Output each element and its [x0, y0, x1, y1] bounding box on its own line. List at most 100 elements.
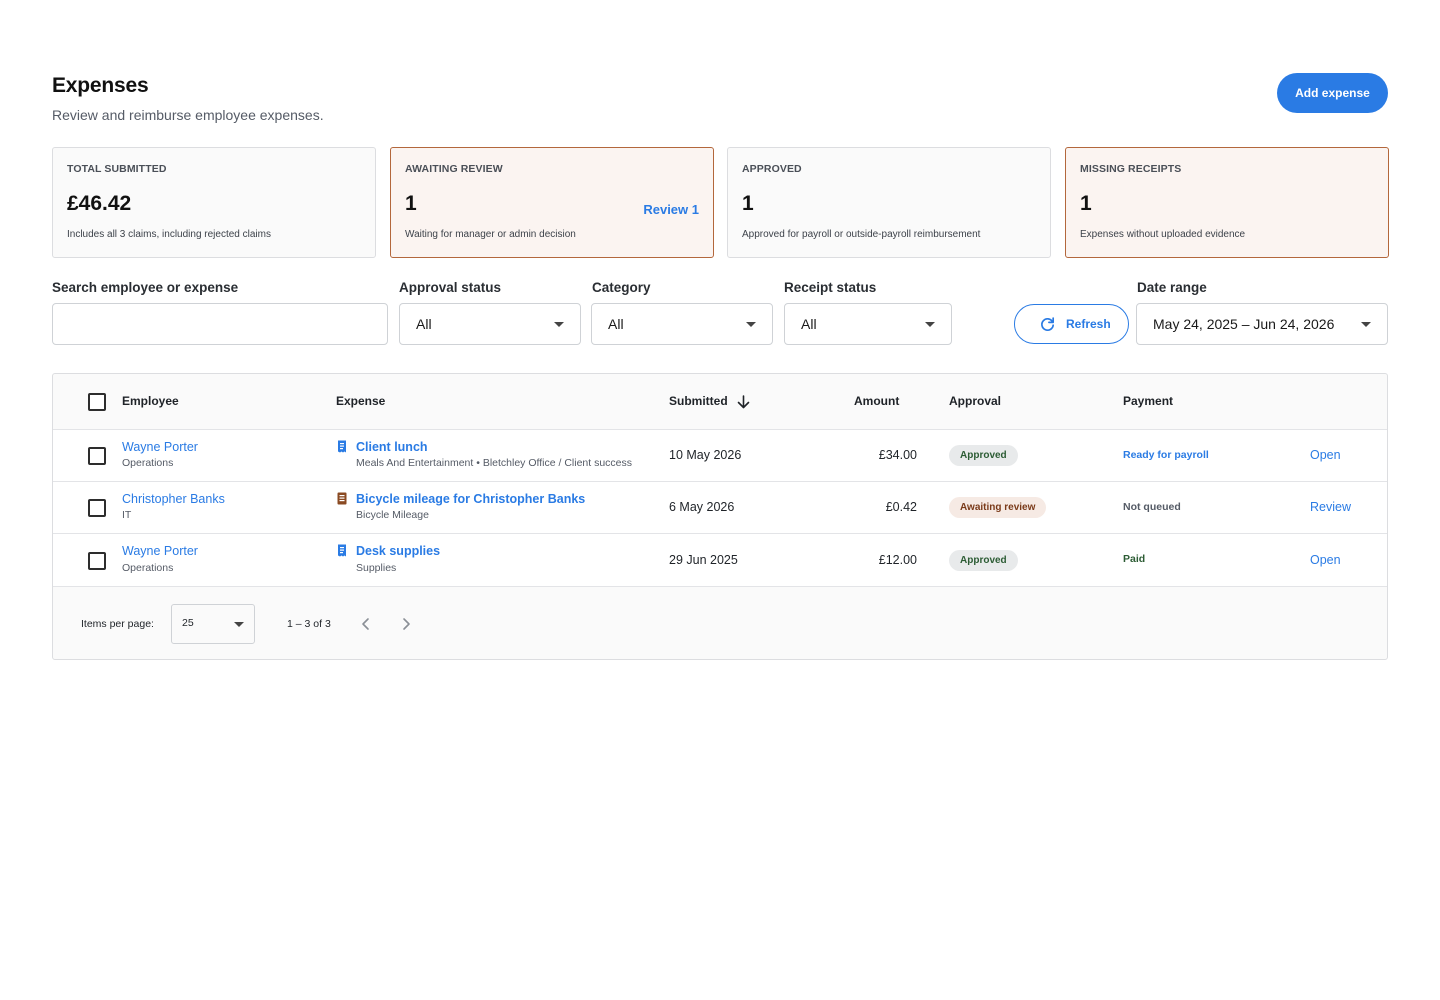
employee-name-link[interactable]: Christopher Banks: [122, 492, 225, 506]
table-row[interactable]: Wayne Porter Operations Desk supplies Su…: [53, 534, 1387, 587]
approval-badge: Awaiting review: [949, 497, 1047, 518]
chevron-right-icon[interactable]: [398, 616, 414, 632]
date-range-label: Date range: [1137, 280, 1207, 295]
approval-status-label: Approval status: [399, 280, 502, 295]
search-field: [52, 303, 388, 345]
page-header: Expenses Review and reimburse employee e…: [52, 72, 1388, 132]
open-link[interactable]: Open: [1310, 553, 1341, 567]
submitted-date: 29 Jun 2025: [669, 553, 738, 567]
refresh-button[interactable]: Refresh: [1014, 304, 1129, 344]
card-awaiting-review: Awaiting review 1 Review 1 Waiting for m…: [390, 147, 714, 258]
card-value: £46.42: [67, 192, 132, 215]
expense-amount: £0.42: [885, 500, 917, 514]
column-submitted[interactable]: Submitted: [669, 394, 750, 409]
open-link[interactable]: Open: [1310, 448, 1341, 462]
refresh-label: Refresh: [1066, 317, 1111, 331]
receipt-icon: [338, 440, 346, 453]
caret-down-icon: [234, 622, 244, 627]
review-link[interactable]: Review 1: [643, 202, 699, 217]
pagination: Items per page: 25 1 – 3 of 3: [53, 604, 1387, 644]
page-size-select[interactable]: 25: [171, 604, 255, 644]
page-title: Expenses: [52, 74, 149, 97]
approval-badge: Approved: [949, 550, 1018, 571]
card-value: 1: [1080, 192, 1092, 215]
expense-title-link[interactable]: Desk supplies: [356, 544, 440, 558]
chevron-left-icon[interactable]: [358, 616, 374, 632]
page-range: 1 – 3 of 3: [287, 618, 331, 630]
refresh-icon: [1041, 317, 1055, 331]
caret-down-icon: [746, 322, 756, 327]
card-note: Approved for payroll or outside-payroll …: [742, 229, 981, 240]
card-total-submitted: Total submitted £46.42 Includes all 3 cl…: [52, 147, 376, 258]
expense-amount: £34.00: [878, 448, 917, 462]
select-value: May 24, 2025 – Jun 24, 2026: [1153, 316, 1335, 332]
select-value: All: [801, 316, 817, 332]
items-per-page-label: Items per page:: [81, 618, 154, 630]
expenses-table: Employee Expense Submitted Amount Approv…: [52, 373, 1388, 660]
employee-department: IT: [122, 509, 132, 521]
column-employee[interactable]: Employee: [122, 394, 179, 408]
page-subtitle: Review and reimburse employee expenses.: [52, 107, 324, 123]
select-value: All: [608, 316, 624, 332]
card-label: Awaiting review: [405, 163, 503, 175]
submitted-date: 6 May 2026: [669, 500, 735, 514]
caret-down-icon: [1361, 322, 1371, 327]
category-label: Category: [592, 280, 651, 295]
mileage-log-icon: [337, 492, 347, 505]
receipt-status-select[interactable]: All: [784, 303, 952, 345]
search-label: Search employee or expense: [52, 280, 239, 295]
search-input[interactable]: [53, 304, 387, 344]
row-checkbox[interactable]: [88, 447, 106, 465]
employee-department: Operations: [122, 457, 174, 469]
column-payment[interactable]: Payment: [1123, 394, 1173, 408]
category-select[interactable]: All: [591, 303, 773, 345]
caret-down-icon: [925, 322, 935, 327]
table-row[interactable]: Christopher Banks IT Bicycle mileage for…: [53, 482, 1387, 534]
filter-bar: Search employee or expense Approval stat…: [52, 280, 1388, 346]
expense-amount: £12.00: [878, 553, 917, 567]
card-note: Includes all 3 claims, including rejecte…: [67, 229, 271, 240]
submitted-date: 10 May 2026: [669, 448, 742, 462]
row-checkbox[interactable]: [88, 552, 106, 570]
expense-detail: Meals And Entertainment • Bletchley Offi…: [356, 457, 633, 469]
summary-cards: Total submitted £46.42 Includes all 3 cl…: [52, 147, 1389, 258]
approval-status-select[interactable]: All: [399, 303, 581, 345]
select-value: All: [416, 316, 432, 332]
approval-badge: Approved: [949, 445, 1018, 466]
receipt-icon: [338, 544, 346, 557]
column-approval[interactable]: Approval: [949, 394, 1001, 408]
arrow-down-icon: [737, 395, 750, 409]
expense-title-link[interactable]: Client lunch: [356, 440, 428, 454]
column-amount[interactable]: Amount: [854, 394, 899, 408]
add-expense-button[interactable]: Add expense: [1277, 73, 1388, 113]
card-approved: Approved 1 Approved for payroll or outsi…: [727, 147, 1051, 258]
payment-status: Not queued: [1123, 501, 1181, 513]
caret-down-icon: [554, 322, 564, 327]
expense-title-link[interactable]: Bicycle mileage for Christopher Banks: [356, 492, 585, 506]
receipt-status-label: Receipt status: [784, 280, 877, 295]
card-value: 1: [405, 192, 417, 215]
card-missing-receipts: Missing receipts 1 Expenses without uplo…: [1065, 147, 1389, 258]
expense-detail: Supplies: [356, 562, 397, 574]
date-range-select[interactable]: May 24, 2025 – Jun 24, 2026: [1136, 303, 1388, 345]
employee-name-link[interactable]: Wayne Porter: [122, 440, 198, 454]
employee-name-link[interactable]: Wayne Porter: [122, 544, 198, 558]
column-expense[interactable]: Expense: [336, 394, 385, 408]
table-header: Employee Expense Submitted Amount Approv…: [53, 374, 1387, 430]
expense-detail: Bicycle Mileage: [356, 509, 429, 521]
table-row[interactable]: Wayne Porter Operations Client lunch Mea…: [53, 430, 1387, 482]
card-label: Total submitted: [67, 163, 167, 175]
payment-status: Ready for payroll: [1123, 449, 1209, 461]
card-note: Expenses without uploaded evidence: [1080, 229, 1246, 240]
card-label: Missing receipts: [1080, 163, 1182, 175]
select-all-checkbox[interactable]: [88, 393, 106, 411]
review-link[interactable]: Review: [1310, 500, 1351, 514]
page-size-value: 25: [182, 617, 194, 629]
column-submitted-label: Submitted: [669, 394, 728, 408]
card-value: 1: [742, 192, 754, 215]
row-checkbox[interactable]: [88, 499, 106, 517]
payment-status: Paid: [1123, 553, 1146, 565]
card-note: Waiting for manager or admin decision: [405, 229, 576, 240]
card-label: Approved: [742, 163, 802, 175]
employee-department: Operations: [122, 562, 174, 574]
